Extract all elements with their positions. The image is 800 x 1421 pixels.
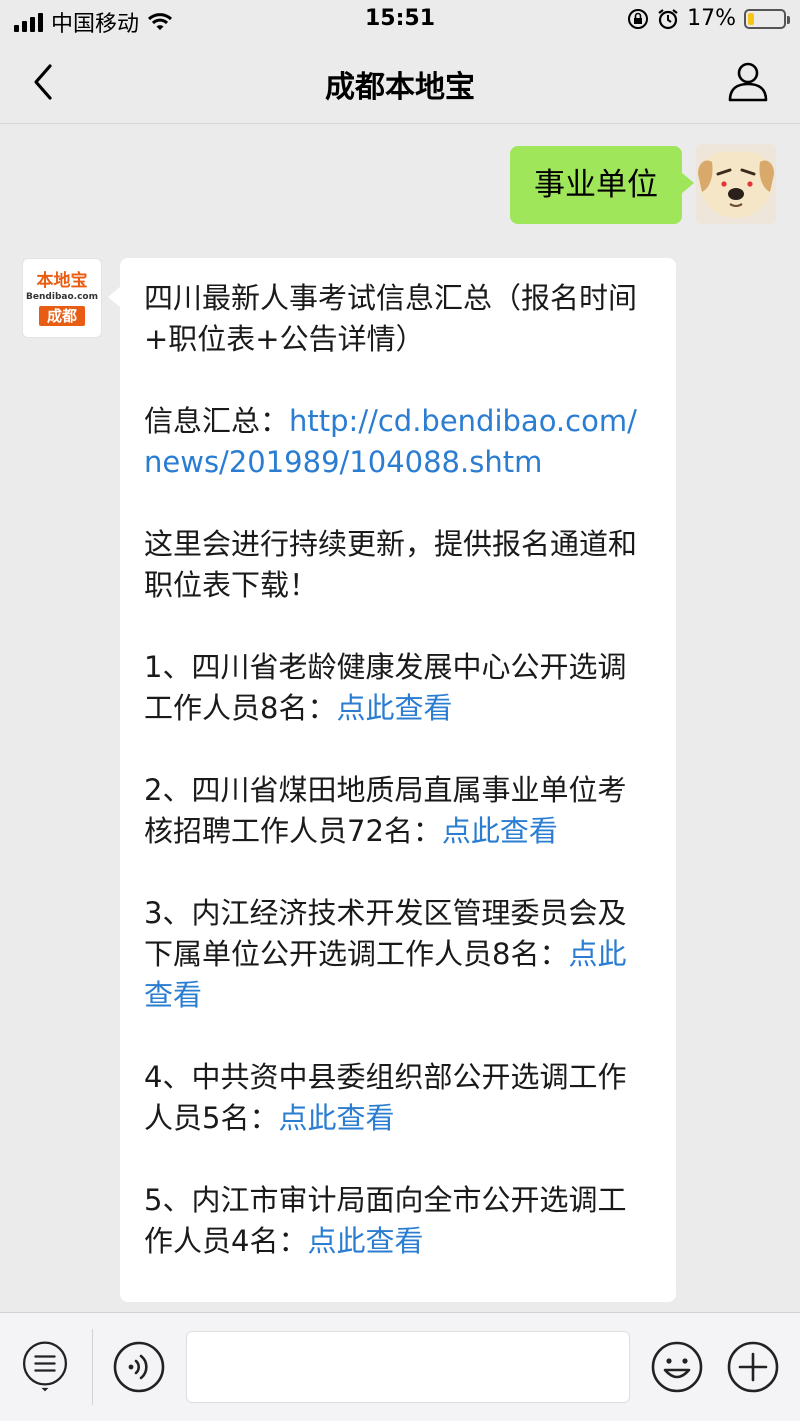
nav-bar: 成都本地宝	[0, 40, 800, 124]
user-avatar[interactable]	[696, 144, 776, 224]
status-right: 17%	[627, 6, 790, 31]
dog-avatar-image	[696, 144, 776, 224]
plus-icon[interactable]	[726, 1340, 780, 1394]
battery-icon	[744, 8, 790, 29]
avatar-city-badge: 成都	[38, 305, 85, 326]
outgoing-bubble[interactable]: 事业单位	[510, 146, 694, 224]
avatar-site-text: Bendibao.com	[26, 291, 98, 302]
input-divider	[92, 1329, 93, 1405]
emoji-icon[interactable]	[650, 1340, 704, 1394]
list-item: 2、四川省煤田地质局直属事业单位考核招聘工作人员72名：点此查看	[144, 770, 652, 852]
view-link[interactable]: 点此查看	[336, 691, 452, 725]
message-title: 四川最新人事考试信息汇总（报名时间+职位表+公告详情）	[144, 281, 638, 356]
battery-percent: 17%	[687, 6, 736, 31]
update-note: 这里会进行持续更新，提供报名通道和职位表下载！	[144, 527, 638, 602]
profile-person-icon[interactable]	[726, 60, 770, 104]
incoming-bubble: 四川最新人事考试信息汇总（报名时间+职位表+公告详情） 信息汇总：http://…	[108, 258, 676, 1302]
list-item: 5、内江市审计局面向全市公开选调工作人员4名：点此查看	[144, 1180, 652, 1262]
rotation-lock-icon	[628, 8, 649, 29]
view-link[interactable]: 点此查看	[278, 1101, 394, 1135]
input-bar	[0, 1312, 800, 1421]
list-item: 3、内江经济技术开发区管理委员会及下属单位公开选调工作人员8名：点此查看	[144, 893, 652, 1016]
view-link[interactable]: 点此查看	[307, 1224, 423, 1258]
alarm-icon	[658, 8, 678, 29]
battery-fill	[748, 12, 754, 25]
avatar-brand-text: 本地宝	[36, 270, 88, 291]
list-item: 4、中共资中县委组织部公开选调工作人员5名：点此查看	[144, 1057, 652, 1139]
bendibao-avatar[interactable]: 本地宝 Bendibao.com 成都	[22, 258, 102, 338]
view-link[interactable]: 点此查看	[442, 814, 558, 848]
chat-title: 成都本地宝	[325, 70, 475, 105]
summary-label: 信息汇总：	[144, 404, 290, 438]
list-item-text: 3、内江经济技术开发区管理委员会及下属单位公开选调工作人员8名：	[144, 896, 627, 971]
outgoing-message: 事业单位	[510, 144, 776, 224]
incoming-message: 本地宝 Bendibao.com 成都 四川最新人事考试信息汇总（报名时间+职位…	[22, 258, 676, 1302]
status-bar: 中国移动 15:51 17%	[0, 0, 800, 40]
voice-icon[interactable]	[112, 1340, 166, 1394]
list-item: 1、四川省老龄健康发展中心公开选调工作人员8名：点此查看	[144, 647, 652, 729]
message-input[interactable]	[186, 1331, 630, 1403]
summary-line: 信息汇总：http://cd.bendibao.com/news/201989/…	[144, 401, 652, 483]
chat-area[interactable]: 事业单位 本地宝 Bendibao.com 成都 四川最新人事考试信息汇总（报名	[0, 124, 800, 1312]
menu-list-icon[interactable]	[18, 1340, 72, 1394]
